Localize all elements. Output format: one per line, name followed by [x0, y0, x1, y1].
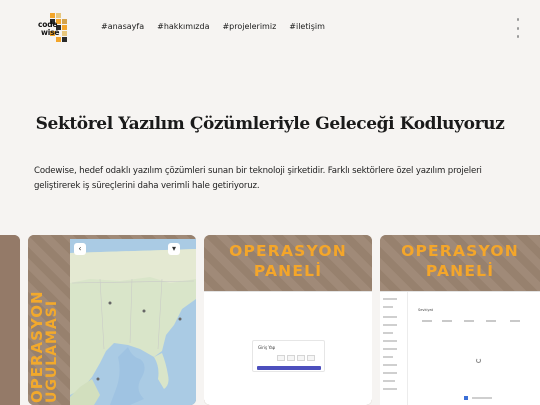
hero-description: Codewise, hedef odaklı yazılım çözümleri… — [34, 166, 482, 191]
nav-link-anasayfa[interactable]: #anasayfa — [101, 22, 144, 31]
map-back-icon[interactable]: ‹ — [74, 243, 86, 255]
login-button — [257, 366, 321, 370]
loading-spinner-icon — [476, 358, 481, 363]
page-title: Sektörel Yazılım Çözümleriyle Geleceği K… — [35, 114, 505, 134]
nav-link-projelerimiz[interactable]: #projelerimiz — [222, 22, 276, 31]
project-card-title-line1: OPERASYON — [229, 242, 347, 260]
project-card-title-line2: PANELİ — [425, 262, 495, 280]
main-nav: #anasayfa #hakkımızda #projelerimiz #ile… — [101, 22, 325, 31]
project-card-title-line2: PANELİ — [253, 262, 323, 280]
project-card-operasyon-paneli-2[interactable]: OPERASYON PANELİ Sevkiyat — [380, 235, 540, 405]
dashboard-screenshot: Sevkiyat — [380, 291, 540, 405]
nav-link-iletisim[interactable]: #iletişim — [289, 22, 325, 31]
nav-link-hakkimizda[interactable]: #hakkımızda — [157, 22, 209, 31]
dashboard-sidebar — [380, 292, 408, 405]
project-card-operasyon-paneli[interactable]: OPERASYON PANELİ Giriş Yap — [204, 235, 372, 405]
login-form: Giriş Yap — [252, 340, 325, 372]
login-title: Giriş Yap — [258, 345, 276, 350]
dashboard-heading: Sevkiyat — [418, 308, 434, 312]
map-screenshot: ‹ ▾ — [70, 239, 196, 405]
project-card-partial[interactable] — [0, 235, 20, 405]
map-filter-icon[interactable]: ▾ — [168, 243, 180, 255]
project-card-operasyon-uygulamasi[interactable]: OPERASYON UGULAMASI ‹ ▾ — [28, 235, 196, 405]
menu-dots-icon[interactable] — [516, 18, 520, 38]
login-screenshot: Giriş Yap — [204, 291, 372, 405]
site-header: code wise #anasayfa #hakkımızda #projele… — [0, 0, 540, 56]
logo-text-wise: wise — [41, 28, 60, 37]
project-card-title-line1: OPERASYON — [401, 242, 519, 260]
project-card-title-line2: UGULAMASI — [44, 299, 60, 403]
project-card-title: OPERASYON PANELİ — [204, 241, 372, 281]
map-image — [70, 239, 196, 405]
codewise-logo[interactable]: code wise — [36, 11, 70, 45]
project-card-title: OPERASYON PANELİ — [380, 241, 540, 281]
